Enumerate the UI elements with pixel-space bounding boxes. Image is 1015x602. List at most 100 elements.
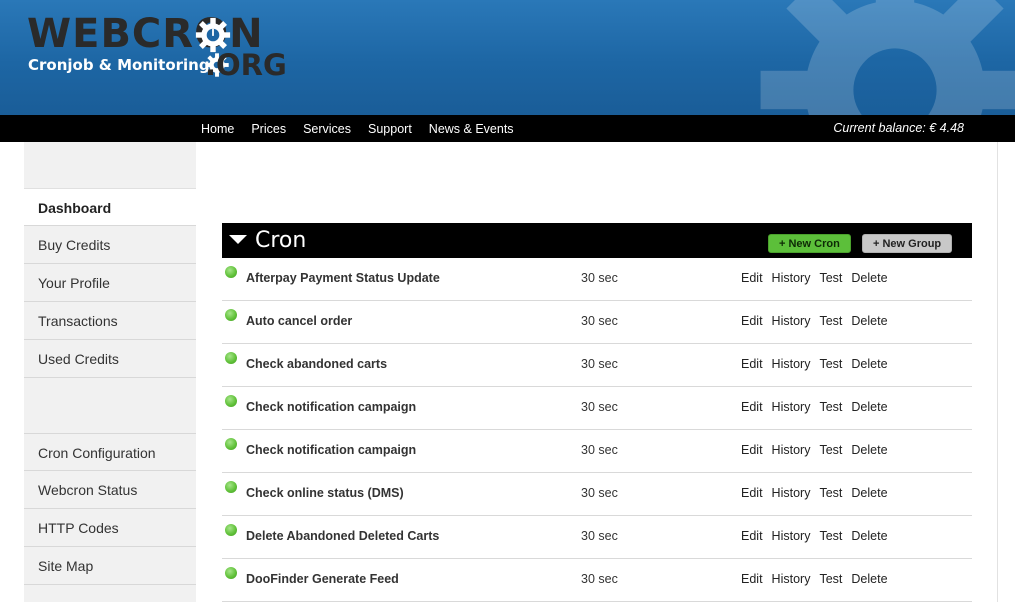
history-link[interactable]: History <box>772 400 811 414</box>
status-active-icon <box>225 481 237 493</box>
edit-link[interactable]: Edit <box>741 400 763 414</box>
cron-interval: 30 sec <box>581 443 618 457</box>
new-cron-button[interactable]: + New Cron <box>768 234 851 253</box>
cron-row-actions: Edit History Test Delete <box>741 400 897 414</box>
cron-name[interactable]: Auto cancel order <box>246 314 352 328</box>
status-active-icon <box>225 266 237 278</box>
delete-link[interactable]: Delete <box>851 529 887 543</box>
history-link[interactable]: History <box>772 486 811 500</box>
new-group-button[interactable]: + New Group <box>862 234 953 253</box>
sidebar-item-used-credits[interactable]: Used Credits <box>24 340 196 378</box>
nav-news-events[interactable]: News & Events <box>429 115 514 142</box>
nav-prices[interactable]: Prices <box>251 115 286 142</box>
edit-link[interactable]: Edit <box>741 357 763 371</box>
cron-row: DooFinder Generate Feed 30 sec Edit History… <box>222 559 972 602</box>
cron-row: Check notification campaign 30 sec Edit His… <box>222 387 972 430</box>
test-link[interactable]: Test <box>819 443 842 457</box>
status-active-icon <box>225 352 237 364</box>
delete-link[interactable]: Delete <box>851 357 887 371</box>
delete-link[interactable]: Delete <box>851 271 887 285</box>
collapse-triangle-icon <box>229 235 247 244</box>
webcron-logo[interactable]: WEBCRON .ORG Cronjob & Monitoring <box>27 12 307 82</box>
test-link[interactable]: Test <box>819 314 842 328</box>
logo-tld: .ORG <box>205 48 287 82</box>
cron-row: Auto cancel order 30 sec Edit History Test De… <box>222 301 972 344</box>
top-nav-bar: Home Prices Services Support News & Even… <box>0 115 1015 142</box>
delete-link[interactable]: Delete <box>851 314 887 328</box>
cron-row: Check notification campaign 30 sec Edit His… <box>222 430 972 473</box>
cron-interval: 30 sec <box>581 572 618 586</box>
cron-row-actions: Edit History Test Delete <box>741 357 897 371</box>
cron-interval: 30 sec <box>581 271 618 285</box>
cron-interval: 30 sec <box>581 486 618 500</box>
test-link[interactable]: Test <box>819 357 842 371</box>
cron-row: Check online status (DMS) 30 sec Edit Histo… <box>222 473 972 516</box>
edit-link[interactable]: Edit <box>741 486 763 500</box>
edit-link[interactable]: Edit <box>741 443 763 457</box>
test-link[interactable]: Test <box>819 486 842 500</box>
cron-row-actions: Edit History Test Delete <box>741 443 897 457</box>
cron-panel-header: Cron + New Cron + New Group <box>222 223 972 258</box>
cron-panel-title: Cron <box>255 228 307 253</box>
cron-row-actions: Edit History Test Delete <box>741 271 897 285</box>
sidebar-item-cron-configuration[interactable]: Cron Configuration <box>24 433 196 471</box>
status-active-icon <box>225 524 237 536</box>
status-active-icon <box>225 395 237 407</box>
nav-home[interactable]: Home <box>201 115 234 142</box>
status-active-icon <box>225 567 237 579</box>
edit-link[interactable]: Edit <box>741 271 763 285</box>
status-active-icon <box>225 438 237 450</box>
cron-interval: 30 sec <box>581 529 618 543</box>
test-link[interactable]: Test <box>819 529 842 543</box>
history-link[interactable]: History <box>772 529 811 543</box>
edit-link[interactable]: Edit <box>741 572 763 586</box>
gear-decoration-icon <box>760 0 1015 115</box>
test-link[interactable]: Test <box>819 271 842 285</box>
cron-name[interactable]: Check online status (DMS) <box>246 486 404 500</box>
sidebar-item-http-codes[interactable]: HTTP Codes <box>24 509 196 547</box>
sidebar: Dashboard Buy Credits Your Profile Trans… <box>24 142 196 602</box>
cron-name[interactable]: Check notification campaign <box>246 400 416 414</box>
cron-row: Check abandoned carts 30 sec Edit History Te… <box>222 344 972 387</box>
test-link[interactable]: Test <box>819 572 842 586</box>
current-balance: Current balance: € 4.48 <box>833 121 964 135</box>
cron-row: Delete Abandoned Deleted Carts 30 sec Edit… <box>222 516 972 559</box>
nav-services[interactable]: Services <box>303 115 351 142</box>
cron-interval: 30 sec <box>581 357 618 371</box>
cron-name[interactable]: Check notification campaign <box>246 443 416 457</box>
cron-name[interactable]: DooFinder Generate Feed <box>246 572 399 586</box>
main-nav: Home Prices Services Support News & Even… <box>201 115 531 142</box>
status-active-icon <box>225 309 237 321</box>
edit-link[interactable]: Edit <box>741 529 763 543</box>
cron-name[interactable]: Delete Abandoned Deleted Carts <box>246 529 439 543</box>
history-link[interactable]: History <box>772 443 811 457</box>
delete-link[interactable]: Delete <box>851 486 887 500</box>
nav-support[interactable]: Support <box>368 115 412 142</box>
sidebar-item-buy-credits[interactable]: Buy Credits <box>24 226 196 264</box>
cron-row: Afterpay Payment Status Update 30 sec Edit… <box>222 258 972 301</box>
cron-name[interactable]: Afterpay Payment Status Update <box>246 271 440 285</box>
test-link[interactable]: Test <box>819 400 842 414</box>
sidebar-item-site-map[interactable]: Site Map <box>24 547 196 585</box>
delete-link[interactable]: Delete <box>851 400 887 414</box>
sidebar-item-transactions[interactable]: Transactions <box>24 302 196 340</box>
sidebar-item-webcron-status[interactable]: Webcron Status <box>24 471 196 509</box>
cron-row-actions: Edit History Test Delete <box>741 572 897 586</box>
cron-interval: 30 sec <box>581 400 618 414</box>
history-link[interactable]: History <box>772 271 811 285</box>
edit-link[interactable]: Edit <box>741 314 763 328</box>
site-header: WEBCRON .ORG Cronjob & Monitoring <box>0 0 1015 115</box>
cron-row-actions: Edit History Test Delete <box>741 314 897 328</box>
history-link[interactable]: History <box>772 314 811 328</box>
delete-link[interactable]: Delete <box>851 443 887 457</box>
sidebar-item-your-profile[interactable]: Your Profile <box>24 264 196 302</box>
cron-collapse-toggle[interactable]: Cron <box>229 223 306 258</box>
sidebar-item-dashboard[interactable]: Dashboard <box>24 188 196 226</box>
delete-link[interactable]: Delete <box>851 572 887 586</box>
history-link[interactable]: History <box>772 357 811 371</box>
cron-name[interactable]: Check abandoned carts <box>246 357 387 371</box>
cron-row-actions: Edit History Test Delete <box>741 529 897 543</box>
logo-tagline: Cronjob & Monitoring <box>28 56 210 74</box>
cron-interval: 30 sec <box>581 314 618 328</box>
history-link[interactable]: History <box>772 572 811 586</box>
